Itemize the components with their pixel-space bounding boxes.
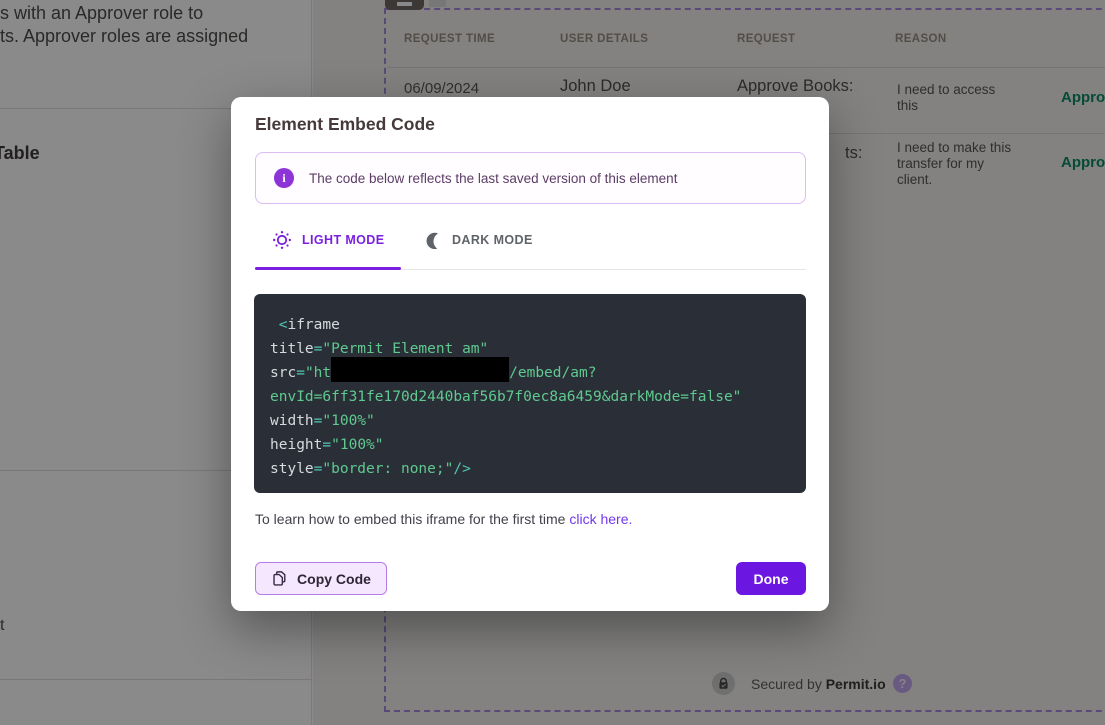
embed-note-text: To learn how to embed this iframe for th… bbox=[255, 511, 569, 527]
embed-note: To learn how to embed this iframe for th… bbox=[255, 511, 632, 527]
element-embed-code-modal: Element Embed Code i The code below refl… bbox=[231, 97, 829, 611]
info-icon-glyph: i bbox=[282, 171, 285, 186]
active-tab-underline bbox=[255, 267, 401, 270]
click-here-link[interactable]: click here. bbox=[569, 511, 632, 527]
tab-light-mode-label: LIGHT MODE bbox=[302, 233, 384, 247]
tab-dark-mode-label: DARK MODE bbox=[452, 233, 533, 247]
code-block[interactable]: <iframetitle="Permit Element am"src="ht/… bbox=[254, 294, 806, 493]
info-banner: i The code below reflects the last saved… bbox=[255, 152, 806, 204]
copy-code-button[interactable]: Copy Code bbox=[255, 562, 387, 595]
tab-light-mode[interactable]: LIGHT MODE bbox=[272, 230, 384, 250]
sun-icon bbox=[272, 230, 292, 250]
moon-icon bbox=[423, 230, 442, 249]
tab-dark-mode[interactable]: DARK MODE bbox=[423, 230, 533, 249]
copy-code-label: Copy Code bbox=[297, 571, 371, 587]
modal-title: Element Embed Code bbox=[255, 114, 435, 135]
info-banner-text: The code below reflects the last saved v… bbox=[309, 171, 677, 186]
redacted-url-box bbox=[331, 357, 509, 382]
copy-icon bbox=[271, 570, 288, 587]
done-button[interactable]: Done bbox=[736, 562, 806, 595]
info-icon: i bbox=[274, 168, 294, 188]
